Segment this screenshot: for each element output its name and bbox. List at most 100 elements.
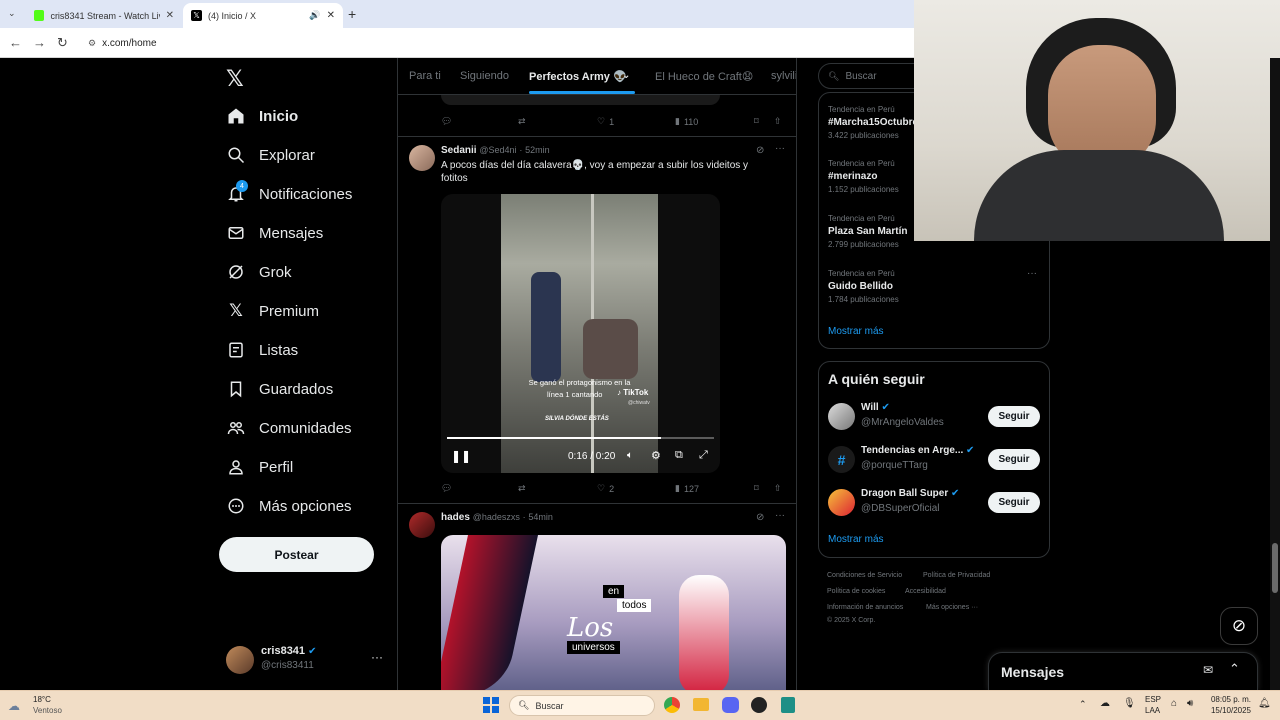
bookmark-button[interactable]: ⌑ bbox=[754, 116, 759, 127]
more-icon[interactable]: ··· bbox=[775, 510, 785, 521]
post-time[interactable]: 54min bbox=[528, 512, 553, 522]
share-button[interactable]: ⇧ bbox=[774, 116, 782, 127]
tab-perfectos-army[interactable]: Perfectos Army 👽 bbox=[529, 70, 627, 83]
settings-icon[interactable]: ⚙ bbox=[651, 449, 661, 462]
notification-bell-icon[interactable]: 🔔︎ bbox=[1258, 698, 1271, 709]
trend-item[interactable]: Tendencia en Perú #Marcha15Octubre 3.422… bbox=[828, 105, 918, 140]
post-hades[interactable]: hades @hadeszxs · 54min ⊘ ··· en todos L… bbox=[398, 504, 796, 690]
x-logo-icon[interactable]: 𝕏 bbox=[226, 66, 244, 92]
post-author-handle[interactable]: @Sed4ni bbox=[479, 145, 516, 155]
sidebar-item-inicio[interactable]: Inicio bbox=[226, 100, 298, 132]
weather-icon[interactable]: ☁ bbox=[8, 699, 20, 713]
post-author-handle[interactable]: @hadeszxs bbox=[473, 512, 520, 522]
post-button[interactable]: Postear bbox=[219, 537, 374, 572]
grok-icon[interactable]: ⊘ bbox=[756, 512, 764, 523]
video-player[interactable]: Se ganó el protagonismo en la línea 1 ca… bbox=[441, 194, 720, 473]
start-button[interactable] bbox=[483, 697, 499, 713]
video-progress-track[interactable] bbox=[447, 437, 714, 439]
language-indicator[interactable]: ESP bbox=[1145, 695, 1161, 704]
views-button[interactable]: ▮ 127 bbox=[675, 483, 699, 494]
share-button[interactable]: ⇧ bbox=[774, 483, 782, 494]
footer-link[interactable]: Política de Privacidad bbox=[923, 572, 990, 579]
weather-temp[interactable]: 18°C bbox=[33, 695, 51, 704]
sidebar-item-listas[interactable]: Listas bbox=[226, 334, 298, 366]
forward-icon[interactable]: → bbox=[33, 35, 46, 50]
tab-sylvili[interactable]: sylvili bbox=[771, 70, 796, 82]
browser-tab-kick[interactable]: cris8341 Stream - Watch Live o ✕ bbox=[26, 3, 182, 28]
post-sedanii[interactable]: Sedanii @Sed4ni · 52min ⊘ ··· A pocos dí… bbox=[398, 137, 796, 503]
tab-el-hueco-de-craft[interactable]: El Hueco de Craft😧 bbox=[655, 70, 753, 83]
reload-icon[interactable]: ↻ bbox=[57, 35, 68, 51]
reply-button[interactable]: 💬︎ bbox=[441, 483, 452, 494]
footer-link[interactable]: Política de cookies bbox=[827, 588, 885, 595]
obs-icon[interactable] bbox=[751, 697, 767, 713]
like-button[interactable]: ♡ 2 bbox=[597, 483, 614, 494]
grok-fab-icon[interactable]: ⊘ bbox=[1220, 607, 1258, 645]
pause-button[interactable]: ❚❚ bbox=[451, 449, 471, 463]
trend-item[interactable]: Tendencia en Perú #merinazo 1.152 public… bbox=[828, 159, 899, 194]
new-message-icon[interactable]: ✉ bbox=[1203, 663, 1213, 677]
sidebar-item-comunidades[interactable]: Comunidades bbox=[226, 412, 352, 444]
post-author-name[interactable]: hades bbox=[441, 512, 470, 523]
sidebar-item-mensajes[interactable]: Mensajes bbox=[226, 217, 323, 249]
scrollbar[interactable] bbox=[1270, 58, 1280, 690]
sidebar-item-grok[interactable]: Grok bbox=[226, 256, 292, 288]
pip-icon[interactable]: ⧉ bbox=[675, 449, 683, 462]
clock-time[interactable]: 08:05 p. m. bbox=[1209, 695, 1251, 704]
sidebar-item-perfil[interactable]: Perfil bbox=[226, 451, 293, 483]
discord-icon[interactable] bbox=[722, 697, 739, 713]
expand-icon[interactable]: ⌃ bbox=[1229, 661, 1240, 677]
messages-drawer[interactable]: Mensajes ✉ ⌃ bbox=[988, 652, 1258, 690]
volume-icon[interactable]: 🔈︎ bbox=[627, 450, 633, 461]
tab-list-chevron-icon[interactable]: ⌄ bbox=[8, 8, 16, 19]
fullscreen-icon[interactable]: ⤢ bbox=[699, 449, 708, 462]
follow-suggestion[interactable]: Will ✔ @MrAngeloValdes Seguir bbox=[828, 402, 1042, 432]
close-icon[interactable]: ✕ bbox=[166, 10, 174, 21]
trend-item[interactable]: Tendencia en Perú Guido Bellido 1.784 pu… bbox=[828, 269, 899, 304]
sidebar-item-premium[interactable]: 𝕏 Premium bbox=[226, 295, 319, 327]
follow-suggestion[interactable]: # Tendencias en Arge... ✔ @porqueTTarg S… bbox=[828, 445, 1042, 475]
scrollbar-thumb[interactable] bbox=[1272, 543, 1278, 593]
more-icon[interactable]: ··· bbox=[1027, 268, 1037, 279]
clock-date[interactable]: 15/10/2025 bbox=[1209, 706, 1251, 715]
views-button[interactable]: ▮ 110 bbox=[675, 116, 698, 127]
more-icon[interactable]: ··· bbox=[775, 143, 785, 154]
follow-suggestion[interactable]: Dragon Ball Super ✔ @DBSuperOficial Segu… bbox=[828, 488, 1042, 518]
repost-button[interactable]: ⇄ bbox=[518, 116, 526, 127]
notepad-icon[interactable] bbox=[781, 697, 795, 713]
repost-button[interactable]: ⇄ bbox=[518, 483, 526, 494]
sidebar-item-mas-opciones[interactable]: Más opciones bbox=[226, 490, 352, 522]
follow-button[interactable]: Seguir bbox=[988, 449, 1040, 470]
follow-button[interactable]: Seguir bbox=[988, 406, 1040, 427]
footer-link[interactable]: Más opciones ··· bbox=[926, 604, 978, 611]
post-author-name[interactable]: Sedanii bbox=[441, 145, 477, 156]
url-field[interactable]: ⚙ x.com/home bbox=[88, 33, 157, 53]
sidebar-item-explorar[interactable]: Explorar bbox=[226, 139, 315, 171]
browser-tab-x[interactable]: 𝕏 (4) Inicio / X 🔊 ✕ bbox=[183, 3, 343, 28]
back-icon[interactable]: ← bbox=[9, 35, 22, 50]
microphone-icon[interactable]: 🎙︎ bbox=[1123, 698, 1136, 709]
show-more-follow-link[interactable]: Mostrar más bbox=[828, 534, 884, 545]
footer-link[interactable]: Accesibilidad bbox=[905, 588, 946, 595]
footer-link[interactable]: Información de anuncios bbox=[827, 604, 903, 611]
volume-icon[interactable]: 🔊︎ bbox=[1187, 698, 1193, 709]
chevron-down-icon[interactable]: ⌄ bbox=[622, 70, 630, 81]
like-button[interactable]: ♡ 1 bbox=[597, 116, 614, 127]
close-icon[interactable]: ✕ bbox=[327, 10, 335, 21]
chrome-icon[interactable] bbox=[664, 697, 680, 713]
avatar[interactable] bbox=[409, 145, 435, 171]
grok-icon[interactable]: ⊘ bbox=[756, 145, 764, 156]
avatar[interactable] bbox=[409, 512, 435, 538]
more-icon[interactable]: ··· bbox=[371, 650, 383, 664]
bookmark-button[interactable]: ⌑ bbox=[754, 483, 759, 494]
post-time[interactable]: 52min bbox=[525, 145, 550, 155]
taskbar-search-input[interactable]: 🔍︎ Buscar bbox=[509, 695, 655, 716]
account-switcher[interactable]: cris8341 ✔ @cris83411 ··· bbox=[226, 644, 386, 676]
reply-button[interactable]: 💬︎ bbox=[441, 116, 452, 127]
sidebar-item-notificaciones[interactable]: 4 Notificaciones bbox=[226, 178, 352, 210]
tab-para-ti[interactable]: Para ti bbox=[409, 70, 441, 82]
site-info-icon[interactable]: ⚙ bbox=[88, 38, 96, 49]
speaker-icon[interactable]: 🔊 bbox=[309, 10, 320, 21]
footer-link[interactable]: Condiciones de Servicio bbox=[827, 572, 902, 579]
trend-item[interactable]: Tendencia en Perú Plaza San Martín 2.799… bbox=[828, 214, 907, 249]
